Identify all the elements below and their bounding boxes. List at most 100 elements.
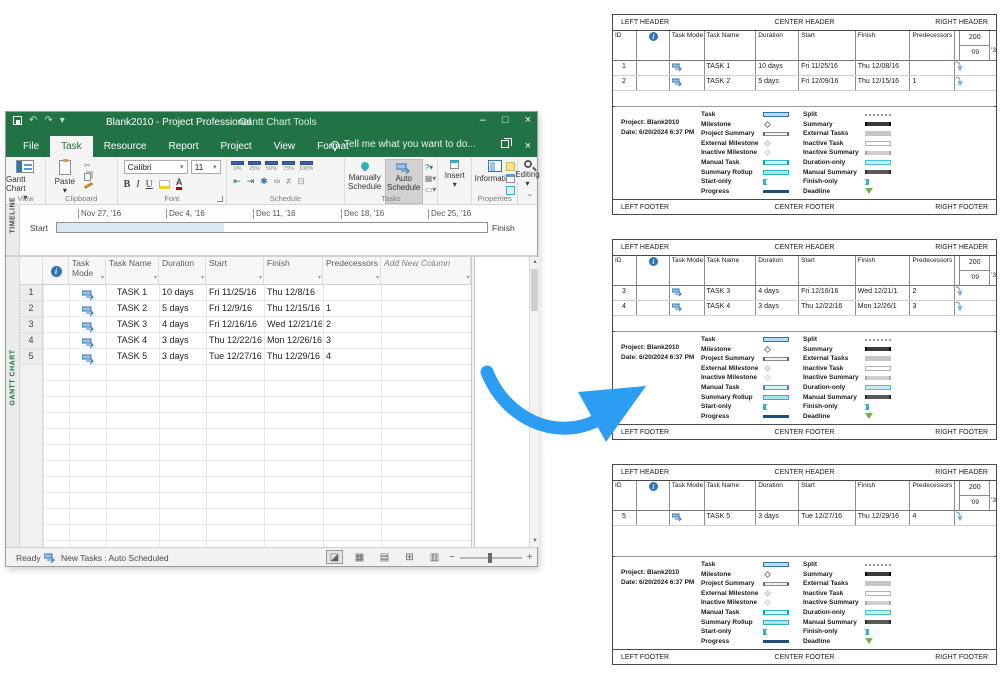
restore-window-icon[interactable] bbox=[501, 140, 509, 148]
font-dialog-launcher-icon[interactable] bbox=[217, 196, 223, 202]
add-new-column-cell[interactable] bbox=[381, 333, 471, 349]
predecessors-cell[interactable] bbox=[323, 285, 381, 301]
row-number-cell[interactable]: 5 bbox=[20, 349, 43, 365]
ribbon-tab[interactable]: Project bbox=[210, 136, 263, 157]
predecessors-cell[interactable]: 3 bbox=[323, 333, 381, 349]
tell-me-box[interactable]: Tell me what you want to do... bbox=[331, 139, 476, 150]
duration-cell[interactable]: 3 days bbox=[159, 349, 206, 365]
finish-cell[interactable]: Thu 12/29/16 bbox=[264, 349, 323, 365]
close-document-button[interactable]: × bbox=[525, 140, 531, 152]
start-cell[interactable]: Fri 12/9/16 bbox=[206, 301, 264, 317]
finish-cell[interactable]: Wed 12/21/16 bbox=[264, 317, 323, 333]
task-mode-cell[interactable] bbox=[69, 301, 106, 317]
row-number-cell[interactable]: 3 bbox=[20, 317, 43, 333]
task-mode-icon[interactable]: ▭▾ bbox=[425, 186, 437, 194]
scroll-up-icon[interactable]: ▲ bbox=[530, 257, 540, 268]
task-notes-icon[interactable] bbox=[506, 162, 515, 171]
split-task-icon[interactable]: ⊟ bbox=[297, 176, 305, 187]
report-view-button[interactable]: ▥ bbox=[426, 550, 443, 564]
row-number-cell[interactable]: 2 bbox=[20, 301, 43, 317]
info-cell[interactable] bbox=[43, 301, 69, 317]
resource-sheet-view-button[interactable]: ⊞ bbox=[401, 550, 418, 564]
respect-links-icon[interactable]: ✱ bbox=[260, 176, 268, 187]
zoom-in-button[interactable]: + bbox=[527, 552, 533, 563]
ribbon-tab[interactable]: Task bbox=[50, 136, 93, 157]
new-tasks-mode[interactable]: New Tasks : Auto Scheduled bbox=[44, 553, 169, 563]
task-mode-cell[interactable] bbox=[69, 333, 106, 349]
task-details-icon[interactable] bbox=[506, 174, 515, 183]
editing-button[interactable]: Editing ▾ bbox=[518, 157, 537, 188]
duration-header[interactable]: Duration▾ bbox=[159, 257, 206, 284]
predecessors-header[interactable]: Predecessors▾ bbox=[323, 257, 381, 284]
finish-cell[interactable]: Thu 12/8/16 bbox=[264, 285, 323, 301]
task-usage-view-button[interactable]: ▦ bbox=[351, 550, 368, 564]
add-new-column-cell[interactable] bbox=[381, 349, 471, 365]
zoom-slider-track[interactable] bbox=[460, 557, 522, 559]
task-mode-cell[interactable] bbox=[69, 285, 106, 301]
percent-complete-button[interactable]: 100% bbox=[299, 161, 313, 172]
duration-cell[interactable]: 4 days bbox=[159, 317, 206, 333]
italic-button[interactable]: I bbox=[136, 179, 139, 190]
task-name-cell[interactable]: TASK 2 bbox=[106, 301, 159, 317]
predecessors-cell[interactable]: 4 bbox=[323, 349, 381, 365]
start-cell[interactable]: Fri 12/16/16 bbox=[206, 317, 264, 333]
timeline-bar[interactable] bbox=[56, 222, 488, 233]
task-name-header[interactable]: Task Name▾ bbox=[106, 257, 159, 284]
start-cell[interactable]: Fri 11/25/16 bbox=[206, 285, 264, 301]
team-planner-view-button[interactable]: ▤ bbox=[376, 550, 393, 564]
row-number-header[interactable] bbox=[20, 257, 43, 284]
unlink-tasks-icon[interactable]: ≠ bbox=[286, 176, 291, 187]
close-button[interactable]: × bbox=[525, 114, 531, 126]
predecessors-cell[interactable]: 1 bbox=[323, 301, 381, 317]
task-mode-cell[interactable] bbox=[69, 349, 106, 365]
task-name-cell[interactable]: TASK 4 bbox=[106, 333, 159, 349]
task-name-cell[interactable]: TASK 1 bbox=[106, 285, 159, 301]
add-new-column-cell[interactable] bbox=[381, 301, 471, 317]
add-new-column-cell[interactable] bbox=[381, 317, 471, 333]
task-row[interactable]: 5 TASK 5 3 days Tue 12/27/16 Thu 12/29/1… bbox=[20, 349, 471, 365]
font-size-combo[interactable]: 11▾ bbox=[191, 160, 221, 174]
duration-cell[interactable]: 5 days bbox=[159, 301, 206, 317]
add-new-column-cell[interactable] bbox=[381, 285, 471, 301]
undo-icon[interactable]: ↶ bbox=[29, 116, 37, 125]
task-row[interactable]: 1 TASK 1 10 days Fri 11/25/16 Thu 12/8/1… bbox=[20, 285, 471, 301]
ribbon-tab[interactable]: File bbox=[12, 136, 50, 157]
cut-icon[interactable]: ✂ bbox=[84, 162, 93, 170]
row-number-cell[interactable]: 1 bbox=[20, 285, 43, 301]
redo-icon[interactable]: ↷ bbox=[44, 116, 52, 125]
format-painter-icon[interactable] bbox=[84, 182, 93, 189]
gantt-view-button[interactable]: ◪ bbox=[326, 550, 343, 564]
background-color-icon[interactable] bbox=[159, 180, 170, 189]
duration-cell[interactable]: 10 days bbox=[159, 285, 206, 301]
task-mode-cell[interactable] bbox=[69, 317, 106, 333]
predecessors-cell[interactable]: 2 bbox=[323, 317, 381, 333]
move-task-icon[interactable]: ▦▾ bbox=[425, 175, 437, 183]
insert-task-button[interactable]: Insert ▾ bbox=[438, 157, 471, 189]
row-number-cell[interactable]: 4 bbox=[20, 333, 43, 349]
finish-header[interactable]: Finish▾ bbox=[264, 257, 323, 284]
maximize-button[interactable]: □ bbox=[502, 114, 509, 126]
minimize-button[interactable]: – bbox=[480, 114, 486, 126]
duration-cell[interactable]: 3 days bbox=[159, 333, 206, 349]
info-cell[interactable] bbox=[43, 317, 69, 333]
zoom-out-button[interactable]: − bbox=[449, 552, 455, 563]
bold-button[interactable]: B bbox=[124, 179, 131, 190]
task-row[interactable]: 2 TASK 2 5 days Fri 12/9/16 Thu 12/15/16… bbox=[20, 301, 471, 317]
indent-task-icon[interactable]: ⇥ bbox=[247, 176, 255, 187]
inspect-task-icon[interactable]: ?▾ bbox=[425, 164, 437, 172]
outdent-task-icon[interactable]: ⇤ bbox=[233, 176, 241, 187]
finish-cell[interactable]: Mon 12/26/16 bbox=[264, 333, 323, 349]
info-cell[interactable] bbox=[43, 349, 69, 365]
zoom-slider-thumb[interactable] bbox=[488, 553, 492, 563]
gantt-pane-strip[interactable]: GANTT CHART bbox=[6, 257, 20, 547]
info-column-header[interactable]: i bbox=[43, 257, 69, 284]
font-name-combo[interactable]: Calibri▾ bbox=[124, 160, 188, 174]
collapse-ribbon-icon[interactable]: ⌃ bbox=[526, 193, 533, 202]
start-cell[interactable]: Tue 12/27/16 bbox=[206, 349, 264, 365]
copy-icon[interactable] bbox=[84, 173, 91, 181]
ribbon-tab[interactable]: Report bbox=[158, 136, 210, 157]
add-new-column-header[interactable]: Add New Column▾ bbox=[381, 257, 471, 284]
percent-complete-button[interactable]: 25% bbox=[248, 161, 261, 172]
customize-qat-icon[interactable]: ▾ bbox=[60, 116, 65, 125]
link-tasks-icon[interactable]: ∞ bbox=[274, 176, 280, 187]
